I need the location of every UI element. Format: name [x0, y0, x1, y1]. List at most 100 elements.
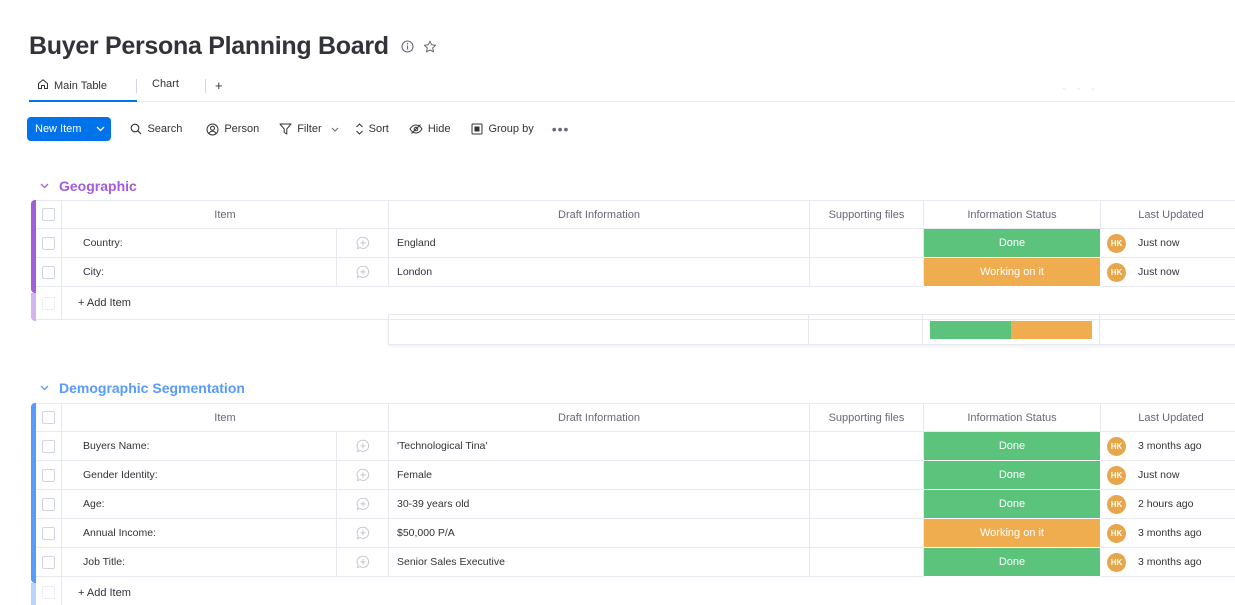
- group-header-geographic[interactable]: Geographic: [40, 178, 137, 194]
- row-checkbox-cell[interactable]: [36, 461, 62, 490]
- add-update-icon[interactable]: [337, 229, 389, 258]
- status-badge[interactable]: Done: [924, 229, 1101, 258]
- new-item-button[interactable]: New Item: [27, 117, 112, 141]
- hide-button[interactable]: Hide: [409, 123, 450, 135]
- status-badge[interactable]: Done: [924, 461, 1101, 490]
- more-options-icon[interactable]: •••: [552, 121, 570, 137]
- row-checkbox[interactable]: [42, 236, 55, 250]
- add-update-icon[interactable]: [337, 519, 389, 548]
- table-row[interactable]: Gender Identity: Female Done HK Just now: [36, 461, 1235, 490]
- column-header-status[interactable]: Information Status: [924, 201, 1101, 229]
- row-checkbox-cell[interactable]: [36, 229, 62, 258]
- table-row[interactable]: City: London Working on it HK Just now: [36, 258, 1235, 287]
- row-checkbox[interactable]: [42, 526, 55, 540]
- row-checkbox-cell[interactable]: [36, 519, 62, 548]
- add-update-icon[interactable]: [337, 490, 389, 519]
- files-cell[interactable]: [810, 258, 924, 287]
- draft-info-cell[interactable]: 30-39 years old: [389, 490, 810, 519]
- column-header-item[interactable]: Item: [62, 201, 389, 229]
- status-badge[interactable]: Working on it: [924, 519, 1101, 548]
- select-all-checkbox[interactable]: [42, 208, 55, 221]
- column-header-item[interactable]: Item: [62, 404, 389, 432]
- add-item-button[interactable]: + Add Item: [62, 577, 1235, 605]
- status-badge[interactable]: Working on it: [924, 258, 1101, 287]
- column-header-updated[interactable]: Last Updated: [1101, 404, 1235, 432]
- status-bar-working[interactable]: [1011, 320, 1092, 339]
- collapse-header-icon[interactable]: ⌄ ⌄ ⌄: [1060, 82, 1097, 93]
- row-checkbox[interactable]: [42, 497, 55, 511]
- add-update-icon[interactable]: [337, 432, 389, 461]
- column-header-draft[interactable]: Draft Information: [389, 404, 810, 432]
- group-title[interactable]: Geographic: [59, 178, 137, 194]
- group-by-button[interactable]: Group by: [471, 123, 534, 135]
- draft-info-cell[interactable]: 'Technological Tina': [389, 432, 810, 461]
- draft-info-cell[interactable]: London: [389, 258, 810, 287]
- sort-button[interactable]: Sort: [355, 123, 389, 135]
- item-name[interactable]: Age:: [62, 490, 337, 519]
- row-checkbox[interactable]: [42, 555, 55, 569]
- column-header-files[interactable]: Supporting files: [810, 404, 924, 432]
- item-name[interactable]: City:: [62, 258, 337, 287]
- status-distribution-bar[interactable]: [930, 320, 1092, 339]
- search-button[interactable]: Search: [130, 123, 182, 135]
- status-bar-done[interactable]: [930, 320, 1011, 339]
- draft-info-cell[interactable]: $50,000 P/A: [389, 519, 810, 548]
- avatar[interactable]: HK: [1107, 494, 1126, 514]
- avatar[interactable]: HK: [1107, 436, 1126, 456]
- avatar[interactable]: HK: [1107, 262, 1126, 282]
- column-header-status[interactable]: Information Status: [924, 404, 1101, 432]
- table-row[interactable]: Annual Income: $50,000 P/A Working on it HK…: [36, 519, 1235, 548]
- status-summary-cell[interactable]: [923, 314, 1100, 345]
- avatar[interactable]: HK: [1107, 233, 1126, 253]
- person-filter-button[interactable]: Person: [206, 123, 259, 136]
- table-row[interactable]: Age: 30-39 years old Done HK 2 hours ago: [36, 490, 1235, 519]
- avatar[interactable]: HK: [1107, 552, 1126, 572]
- row-checkbox-cell[interactable]: [36, 432, 62, 461]
- tab-main-table[interactable]: Main Table: [37, 78, 107, 93]
- draft-info-cell[interactable]: Female: [389, 461, 810, 490]
- files-cell[interactable]: [810, 432, 924, 461]
- files-cell[interactable]: [810, 519, 924, 548]
- row-checkbox[interactable]: [42, 439, 55, 453]
- column-header-updated[interactable]: Last Updated: [1101, 201, 1235, 229]
- chevron-down-icon[interactable]: [40, 181, 49, 192]
- column-header-files[interactable]: Supporting files: [810, 201, 924, 229]
- avatar[interactable]: HK: [1107, 465, 1126, 485]
- add-update-icon[interactable]: [337, 461, 389, 490]
- row-checkbox-cell[interactable]: [36, 490, 62, 519]
- table-row[interactable]: Job Title: Senior Sales Executive Done HK 3 …: [36, 548, 1235, 577]
- group-header-demographic[interactable]: Demographic Segmentation: [40, 380, 245, 396]
- filter-button[interactable]: Filter: [279, 123, 338, 135]
- item-name[interactable]: Buyers Name:: [62, 432, 337, 461]
- item-name[interactable]: Gender Identity:: [62, 461, 337, 490]
- select-all-cell[interactable]: [36, 404, 62, 432]
- files-cell[interactable]: [810, 461, 924, 490]
- new-item-label[interactable]: New Item: [27, 117, 91, 141]
- row-checkbox[interactable]: [42, 468, 55, 482]
- files-cell[interactable]: [810, 548, 924, 577]
- chevron-down-icon[interactable]: [331, 124, 339, 134]
- files-cell[interactable]: [810, 229, 924, 258]
- star-icon[interactable]: [423, 40, 437, 54]
- table-row[interactable]: Buyers Name: 'Technological Tina' Done HK 3 …: [36, 432, 1235, 461]
- status-badge[interactable]: Done: [924, 548, 1101, 577]
- tab-chart[interactable]: Chart: [152, 78, 179, 90]
- row-checkbox-cell[interactable]: [36, 548, 62, 577]
- chevron-down-icon[interactable]: [40, 383, 49, 394]
- add-view-button[interactable]: +: [215, 78, 223, 93]
- select-all-checkbox[interactable]: [42, 411, 55, 424]
- add-item-row[interactable]: + Add Item: [36, 577, 1235, 605]
- table-row[interactable]: Country: England Done HK Just now: [36, 229, 1235, 258]
- chevron-down-icon[interactable]: [90, 117, 111, 141]
- draft-info-cell[interactable]: Senior Sales Executive: [389, 548, 810, 577]
- add-update-icon[interactable]: [337, 548, 389, 577]
- info-icon[interactable]: [401, 40, 415, 54]
- status-badge[interactable]: Done: [924, 432, 1101, 461]
- add-update-icon[interactable]: [337, 258, 389, 287]
- avatar[interactable]: HK: [1107, 523, 1126, 543]
- item-name[interactable]: Annual Income:: [62, 519, 337, 548]
- item-name[interactable]: Job Title:: [62, 548, 337, 577]
- item-name[interactable]: Country:: [62, 229, 337, 258]
- column-header-draft[interactable]: Draft Information: [389, 201, 810, 229]
- group-title[interactable]: Demographic Segmentation: [59, 380, 245, 396]
